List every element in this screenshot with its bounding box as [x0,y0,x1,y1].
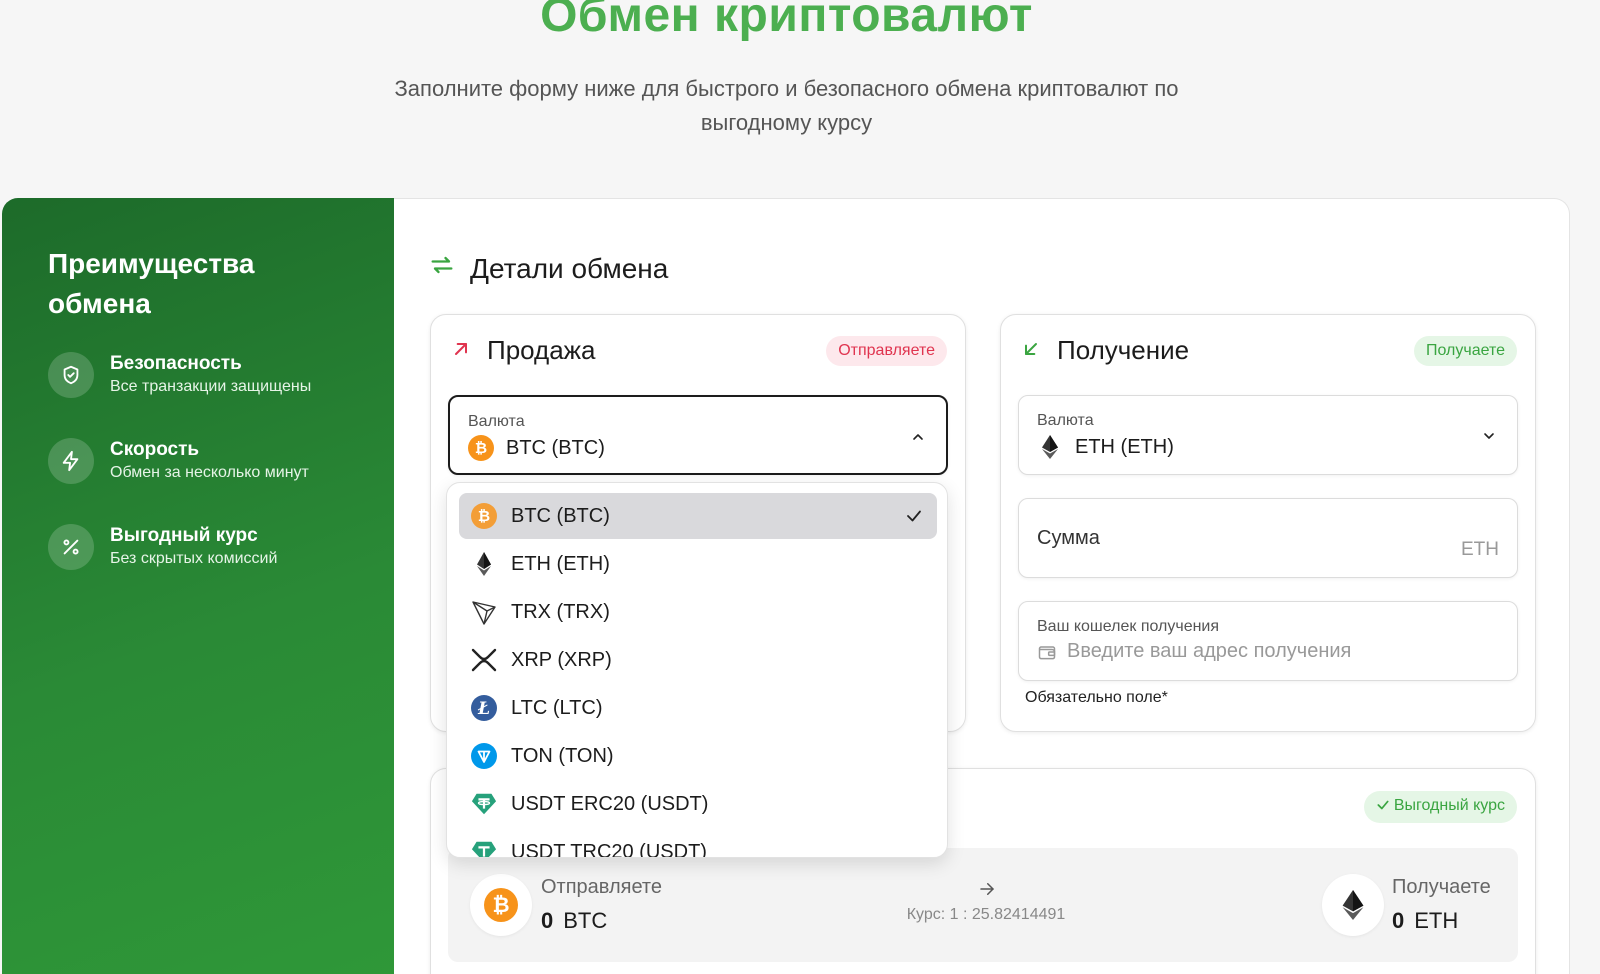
eth-icon [1322,874,1384,936]
amount-input[interactable]: Сумма ETH [1018,498,1518,578]
receive-title: Получение [1057,335,1190,365]
exchange-summary: ₿ Отправляете 0 BTC Курс: 1 : 25.82414491… [448,848,1518,962]
page-title: Обмен криптовалют [540,0,1033,42]
send-amount: 0 BTC [541,908,608,933]
xrp-icon [471,647,497,673]
chevron-up-icon [910,429,926,450]
sell-badge: Отправляете [826,335,947,366]
advantage-title: Безопасность [110,353,242,374]
shield-icon [48,352,94,398]
dropdown-option-ltc[interactable]: Ł LTC (LTC) [459,685,937,731]
amount-unit: ETH [1461,539,1499,560]
advantage-rate: Выгодный курс Без скрытых комиссий [48,524,277,570]
sell-currency-select[interactable]: Валюта ₿ BTC (BTC) [448,395,948,475]
advantages-sidebar: Преимущества обмена Безопасность Все тра… [2,198,394,974]
wallet-placeholder: Введите ваш адрес получения [1067,640,1352,662]
advantage-desc: Без скрытых комиссий [110,550,278,567]
receive-badge: Получаете [1413,335,1517,366]
eth-icon [471,551,497,577]
svg-text:Ł: Ł [477,699,490,719]
dropdown-option-usdt-trc20[interactable]: USDT TRC20 (USDT) [459,829,937,857]
sell-currency-value: BTC (BTC) [506,436,605,459]
lightning-icon [48,438,94,484]
dropdown-option-ton[interactable]: TON (TON) [459,733,937,779]
sidebar-title: Преимущества обмена [48,248,255,319]
advantage-title: Скорость [110,439,200,460]
svg-text:₿: ₿ [478,507,490,525]
currency-label: Валюта [1037,412,1094,429]
check-icon [905,507,923,531]
arrow-down-left-icon [1021,335,1057,366]
receive-card: Получение Получаете Валюта ETH (ETH) Сум… [1000,314,1536,732]
dropdown-option-btc[interactable]: ₿ BTC (BTC) [459,493,937,539]
advantage-desc: Все транзакции защищены [110,378,312,395]
btc-icon: ₿ [470,874,532,936]
arrow-up-right-icon [451,335,487,366]
dropdown-option-usdt-erc20[interactable]: USDT ERC20 (USDT) [459,781,937,827]
btc-icon: ₿ [471,503,497,529]
currency-label: Валюта [468,413,525,430]
amount-placeholder: Сумма [1037,527,1100,549]
wallet-label: Ваш кошелек получения [1037,618,1220,635]
sell-title: Продажа [487,335,596,365]
arrow-right-icon [978,880,996,903]
svg-text:₿: ₿ [492,893,509,917]
ltc-icon: Ł [471,695,497,721]
page-subtitle: Заполните форму ниже для быстрого и безо… [394,76,1179,135]
exchange-rate: Курс: 1 : 25.82414491 [906,906,1066,923]
advantage-speed: Скорость Обмен за несколько минут [48,438,309,484]
chevron-down-icon [1481,428,1497,449]
dropdown-option-eth[interactable]: ETH (ETH) [459,541,937,587]
advantage-security: Безопасность Все транзакции защищены [48,352,311,398]
send-label: Отправляете [541,876,662,898]
check-icon [1376,798,1390,817]
usdt-icon [471,791,497,817]
usdt-icon [471,839,497,857]
wallet-icon [1037,642,1057,662]
best-rate-badge: Выгодный курс [1363,791,1517,823]
advantage-desc: Обмен за несколько минут [110,464,309,481]
receive-amount: 0 ETH [1392,908,1459,933]
advantage-title: Выгодный курс [110,525,258,546]
btc-icon: ₿ [468,435,494,461]
receive-currency-value: ETH (ETH) [1075,435,1174,458]
dropdown-option-xrp[interactable]: XRP (XRP) [459,637,937,683]
exchange-details-title: Детали обмена [428,251,668,286]
svg-text:₿: ₿ [475,439,487,457]
receive-currency-select[interactable]: Валюта ETH (ETH) [1018,395,1518,475]
ton-icon [471,743,497,769]
dropdown-option-trx[interactable]: TRX (TRX) [459,589,937,635]
receive-label: Получаете [1392,876,1491,898]
trx-icon [471,599,497,625]
eth-icon [1037,434,1063,460]
required-note: Обязательно поле* [1025,689,1168,706]
currency-dropdown: ₿ BTC (BTC) ETH (ETH) TRX (TRX) XRP (XRP… [446,482,948,858]
swap-arrows-icon [428,251,470,286]
percent-icon [48,524,94,570]
wallet-address-input[interactable]: Ваш кошелек получения Введите ваш адрес … [1018,601,1518,681]
